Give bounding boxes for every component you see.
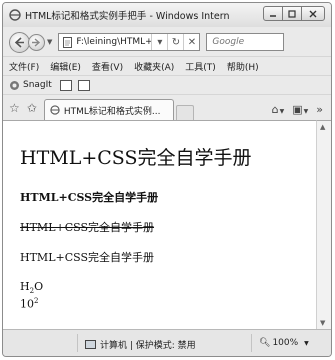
zoom-control[interactable]: 🔍︎ 100% ▼ [259,338,309,348]
tab-label: HTML标记和格式实例... [63,106,161,117]
menu-edit[interactable]: 编辑(E) [50,60,81,73]
history-dropdown-icon[interactable]: ▼ [47,38,52,46]
forward-button[interactable] [28,33,45,51]
page-icon [63,36,73,48]
navigation-bar: ▼ F:\leining\HTML+ ▾ ↻ ✕ [3,28,331,56]
minimize-icon [270,14,276,17]
refresh-icon[interactable]: ↻ [167,34,183,50]
snagit-button[interactable]: SnagIt [23,80,52,90]
magnifier-icon: 🔍︎ [259,338,271,348]
subscript-formula: H2O [20,280,43,295]
menu-tools[interactable]: 工具(T) [185,60,216,73]
vertical-scrollbar[interactable]: ▲ ▼ [316,120,331,329]
menu-help[interactable]: 帮助(H) [227,60,259,73]
command-bar: ⌂▼ ▣▼ » [264,103,323,116]
menu-favorites[interactable]: 收藏夹(A) [134,60,174,73]
add-favorites-icon[interactable]: ✩ [27,101,37,115]
search-input[interactable] [212,37,283,47]
maximize-icon [288,9,296,18]
menu-file[interactable]: 文件(F) [9,60,39,73]
ie-logo-icon [9,9,21,21]
scroll-up-icon[interactable]: ▲ [320,123,325,131]
plain-text: HTML+CSS完全自学手册 [20,251,155,264]
favorites-star-icon[interactable]: ☆ [9,101,20,115]
more-tools-icon[interactable]: » [316,103,323,116]
feeds-icon[interactable]: ▣▼ [292,103,308,116]
stop-icon[interactable]: ✕ [183,34,199,50]
formula1-tail: O [34,280,44,293]
address-text[interactable]: F:\leining\HTML+ [76,37,151,47]
address-bar[interactable]: F:\leining\HTML+ ▾ ↻ ✕ [58,33,201,51]
page-icon [50,105,60,115]
formula2-base: 10 [20,297,34,311]
status-bar: 计算机 | 保护模式: 禁用 🔍︎ 100% ▼ [3,329,331,356]
menu-bar: 文件(F) 编辑(E) 查看(V) 收藏夹(A) 工具(T) 帮助(H) [3,56,331,75]
back-arrow-icon [14,36,24,48]
zoom-level: 100% [272,338,299,348]
menu-view[interactable]: 查看(V) [92,60,123,73]
tab-current[interactable]: HTML标记和格式实例... [43,99,174,120]
superscript-formula: 102 [20,297,38,311]
new-tab-button[interactable] [175,105,194,120]
search-box[interactable] [206,33,285,51]
bold-text: HTML+CSS完全自学手册 [20,191,159,204]
close-icon [309,10,317,17]
status-divider [251,334,252,352]
status-divider [77,334,78,352]
zone-text: 计算机 | 保护模式: 禁用 [100,341,196,351]
page-content: HTML+CSS完全自学手册 HTML+CSS完全自学手册 HTML+CSS完全… [3,120,318,329]
browser-window: HTML标记和格式实例手把手 - Windows Internet... ▼ F… [2,2,332,357]
capture-edit-icon[interactable] [77,79,90,91]
title-bar: HTML标记和格式实例手把手 - Windows Internet... [3,3,331,27]
scroll-down-icon[interactable]: ▼ [320,319,325,327]
close-button[interactable] [301,6,325,21]
address-dropdown-icon[interactable]: ▾ [151,34,167,50]
maximize-button[interactable] [282,6,302,21]
home-icon[interactable]: ⌂▼ [272,103,285,116]
snagit-icon [10,80,19,90]
window-controls [263,6,325,21]
computer-icon [85,340,96,349]
formula2-superscript: 2 [34,297,39,305]
security-zone[interactable]: 计算机 | 保护模式: 禁用 [85,338,196,351]
snagit-toolbar: SnagIt [3,75,331,94]
minimize-button[interactable] [263,6,283,21]
back-button[interactable] [9,31,30,53]
zoom-dropdown-icon[interactable]: ▼ [304,340,309,347]
page-heading: HTML+CSS完全自学手册 [20,147,252,169]
window-title: HTML标记和格式实例手把手 - Windows Internet... [25,11,230,22]
strikethrough-text: HTML+CSS完全自学手册 [20,221,155,234]
capture-window-icon[interactable] [59,79,72,91]
forward-arrow-icon [32,37,41,47]
formula1-base: H [20,280,30,293]
tab-bar: ☆ ✩ HTML标记和格式实例... ⌂▼ ▣▼ » [3,94,331,120]
